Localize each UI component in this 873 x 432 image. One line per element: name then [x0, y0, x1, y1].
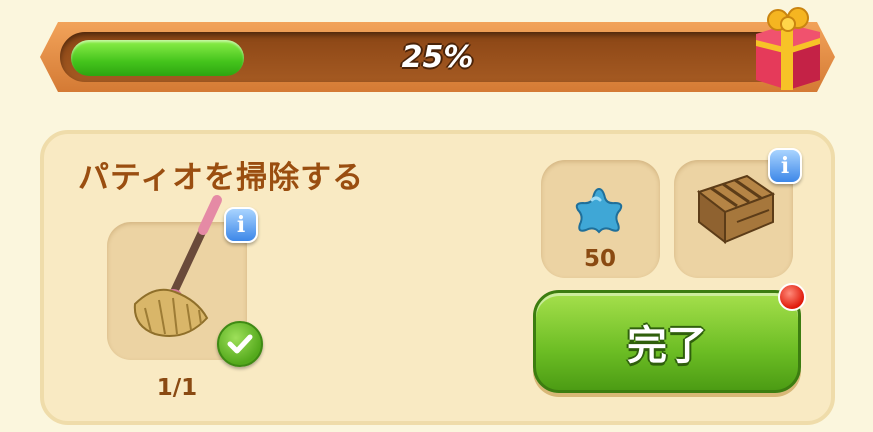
gift-box-icon[interactable] [748, 4, 826, 90]
blue-star-icon [575, 187, 623, 234]
quest-title: パティオを掃除する [78, 160, 365, 196]
requirement-count: 1/1 [156, 375, 198, 401]
crate-info-button[interactable]: i [768, 148, 802, 184]
wooden-crate-icon [696, 174, 776, 245]
progress-label: 25% [401, 39, 474, 75]
mop-icon [133, 195, 222, 337]
checkmark-icon [217, 321, 263, 367]
notification-dot [778, 283, 806, 311]
reward-count-star: 50 [583, 246, 616, 272]
requirement-info-button[interactable]: i [224, 207, 258, 243]
complete-button[interactable]: 完了 [533, 290, 801, 393]
